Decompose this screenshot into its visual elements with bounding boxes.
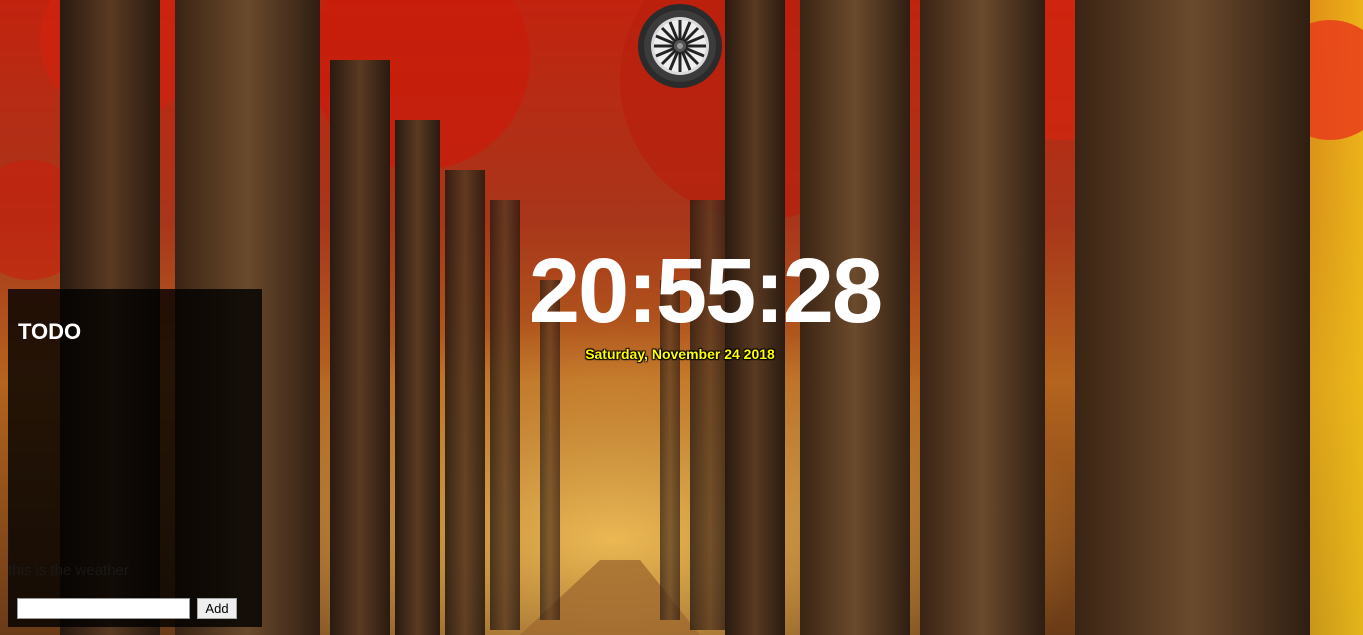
add-button[interactable]: Add (197, 598, 237, 619)
wheel-logo[interactable] (637, 3, 723, 89)
clock-time: 20:55:28 (528, 240, 883, 342)
weather-text: this is the weather (8, 562, 129, 579)
todo-input[interactable] (17, 598, 190, 619)
todo-title: TODO (18, 319, 82, 344)
wheel-icon (638, 4, 722, 88)
clock-date: Saturday, November 24 2018 (585, 346, 775, 362)
